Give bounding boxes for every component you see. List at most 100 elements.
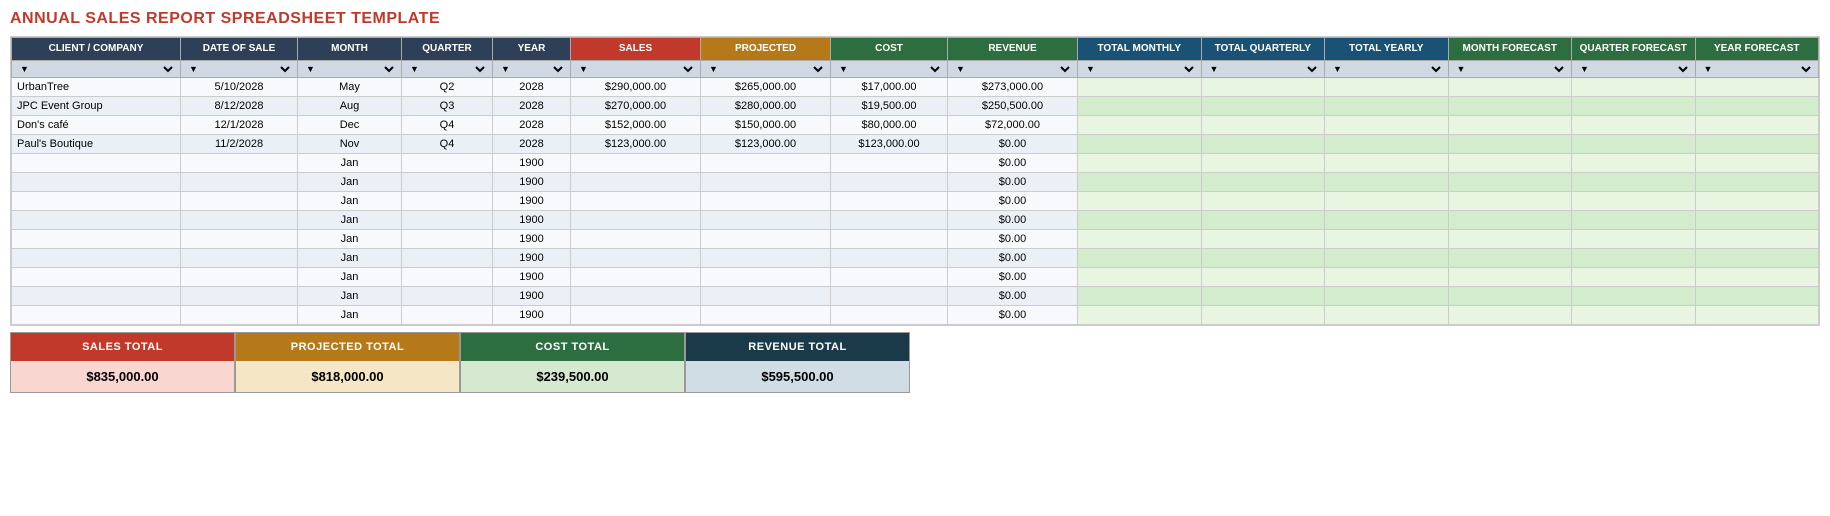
- cell-tot_quarterly: [1201, 211, 1325, 230]
- cell-tot_quarterly: [1201, 192, 1325, 211]
- filter-month-fc[interactable]: ▼: [1448, 61, 1572, 78]
- filter-date-select[interactable]: ▼: [185, 63, 293, 75]
- filter-year[interactable]: ▼: [493, 61, 571, 78]
- filter-sales-select[interactable]: ▼: [575, 63, 696, 75]
- cell-quarter_fc: [1572, 154, 1696, 173]
- cell-month_fc: [1448, 192, 1572, 211]
- cell-tot_monthly: [1078, 135, 1202, 154]
- cell-year_fc: [1695, 154, 1819, 173]
- header-year-fc: YEAR FORECAST: [1695, 38, 1819, 61]
- filter-tot-yearly[interactable]: ▼: [1325, 61, 1449, 78]
- cell-projected: [701, 211, 831, 230]
- cell-tot_yearly: [1325, 154, 1449, 173]
- cell-month_fc: [1448, 230, 1572, 249]
- cell-tot_yearly: [1325, 230, 1449, 249]
- cell-tot_monthly: [1078, 97, 1202, 116]
- header-quarter: QUARTER: [402, 38, 493, 61]
- cell-revenue: $273,000.00: [948, 78, 1078, 97]
- header-tot-quarterly: TOTAL QUARTERLY: [1201, 38, 1325, 61]
- cell-client: [12, 211, 181, 230]
- projected-total-label: PROJECTED TOTAL: [236, 333, 459, 361]
- filter-year-select[interactable]: ▼: [497, 63, 566, 75]
- cell-client: UrbanTree: [12, 78, 181, 97]
- filter-quarter-fc[interactable]: ▼: [1572, 61, 1696, 78]
- filter-date[interactable]: ▼: [181, 61, 298, 78]
- table-row: UrbanTree5/10/2028MayQ22028$290,000.00$2…: [12, 78, 1819, 97]
- cell-year_fc: [1695, 306, 1819, 325]
- cell-month_fc: [1448, 249, 1572, 268]
- cell-quarter_fc: [1572, 116, 1696, 135]
- cell-quarter: [402, 211, 493, 230]
- cell-tot_yearly: [1325, 306, 1449, 325]
- cell-client: Don's café: [12, 116, 181, 135]
- totals-section: SALES TOTAL $835,000.00 PROJECTED TOTAL …: [10, 332, 910, 393]
- cost-total-block: COST TOTAL $239,500.00: [460, 332, 685, 393]
- cell-cost: $80,000.00: [831, 116, 948, 135]
- filter-sales[interactable]: ▼: [571, 61, 701, 78]
- filter-month-select[interactable]: ▼: [302, 63, 397, 75]
- cell-tot_yearly: [1325, 78, 1449, 97]
- table-row: Jan1900$0.00: [12, 287, 1819, 306]
- cost-total-label: COST TOTAL: [461, 333, 684, 361]
- filter-quarter[interactable]: ▼: [402, 61, 493, 78]
- cell-month: Jan: [298, 211, 402, 230]
- cost-total-value: $239,500.00: [461, 361, 684, 392]
- cell-tot_quarterly: [1201, 249, 1325, 268]
- header-revenue: REVENUE: [948, 38, 1078, 61]
- table-row: Jan1900$0.00: [12, 192, 1819, 211]
- cell-quarter_fc: [1572, 192, 1696, 211]
- cell-quarter_fc: [1572, 211, 1696, 230]
- filter-revenue[interactable]: ▼: [948, 61, 1078, 78]
- filter-year-fc-select[interactable]: ▼: [1700, 63, 1815, 75]
- cell-year: 1900: [493, 192, 571, 211]
- table-row: Don's café12/1/2028DecQ42028$152,000.00$…: [12, 116, 1819, 135]
- filter-tot-yearly-select[interactable]: ▼: [1329, 63, 1444, 75]
- filter-projected[interactable]: ▼: [701, 61, 831, 78]
- filter-revenue-select[interactable]: ▼: [952, 63, 1073, 75]
- cell-tot_monthly: [1078, 230, 1202, 249]
- filter-tot-monthly-select[interactable]: ▼: [1082, 63, 1197, 75]
- header-month: MONTH: [298, 38, 402, 61]
- cell-quarter_fc: [1572, 78, 1696, 97]
- filter-client-select[interactable]: ▼: [16, 63, 176, 75]
- filter-quarter-fc-select[interactable]: ▼: [1576, 63, 1691, 75]
- filter-year-fc[interactable]: ▼: [1695, 61, 1819, 78]
- table-body: UrbanTree5/10/2028MayQ22028$290,000.00$2…: [12, 78, 1819, 325]
- filter-tot-quarterly-select[interactable]: ▼: [1206, 63, 1321, 75]
- cell-tot_quarterly: [1201, 116, 1325, 135]
- cell-date: [181, 306, 298, 325]
- cell-quarter: [402, 306, 493, 325]
- cell-client: [12, 192, 181, 211]
- header-client: CLIENT / COMPANY: [12, 38, 181, 61]
- cell-quarter_fc: [1572, 173, 1696, 192]
- cell-projected: [701, 192, 831, 211]
- filter-month[interactable]: ▼: [298, 61, 402, 78]
- cell-tot_monthly: [1078, 192, 1202, 211]
- filter-cost-select[interactable]: ▼: [835, 63, 943, 75]
- cell-month: Jan: [298, 287, 402, 306]
- cell-sales: $152,000.00: [571, 116, 701, 135]
- filter-tot-quarterly[interactable]: ▼: [1201, 61, 1325, 78]
- header-date: DATE OF SALE: [181, 38, 298, 61]
- cell-client: [12, 268, 181, 287]
- sales-total-label: SALES TOTAL: [11, 333, 234, 361]
- cell-tot_yearly: [1325, 249, 1449, 268]
- filter-client[interactable]: ▼: [12, 61, 181, 78]
- filter-tot-monthly[interactable]: ▼: [1078, 61, 1202, 78]
- cell-date: [181, 287, 298, 306]
- cell-cost: [831, 287, 948, 306]
- filter-month-fc-select[interactable]: ▼: [1453, 63, 1568, 75]
- filter-quarter-select[interactable]: ▼: [406, 63, 488, 75]
- filter-cost[interactable]: ▼: [831, 61, 948, 78]
- cell-tot_monthly: [1078, 249, 1202, 268]
- cell-projected: [701, 306, 831, 325]
- header-quarter-fc: QUARTER FORECAST: [1572, 38, 1696, 61]
- filter-projected-select[interactable]: ▼: [705, 63, 826, 75]
- cell-revenue: $0.00: [948, 154, 1078, 173]
- cell-revenue: $0.00: [948, 268, 1078, 287]
- cell-tot_yearly: [1325, 287, 1449, 306]
- spreadsheet-wrapper: CLIENT / COMPANY DATE OF SALE MONTH QUAR…: [10, 36, 1820, 326]
- cell-quarter_fc: [1572, 230, 1696, 249]
- cell-year: 1900: [493, 249, 571, 268]
- cell-month_fc: [1448, 154, 1572, 173]
